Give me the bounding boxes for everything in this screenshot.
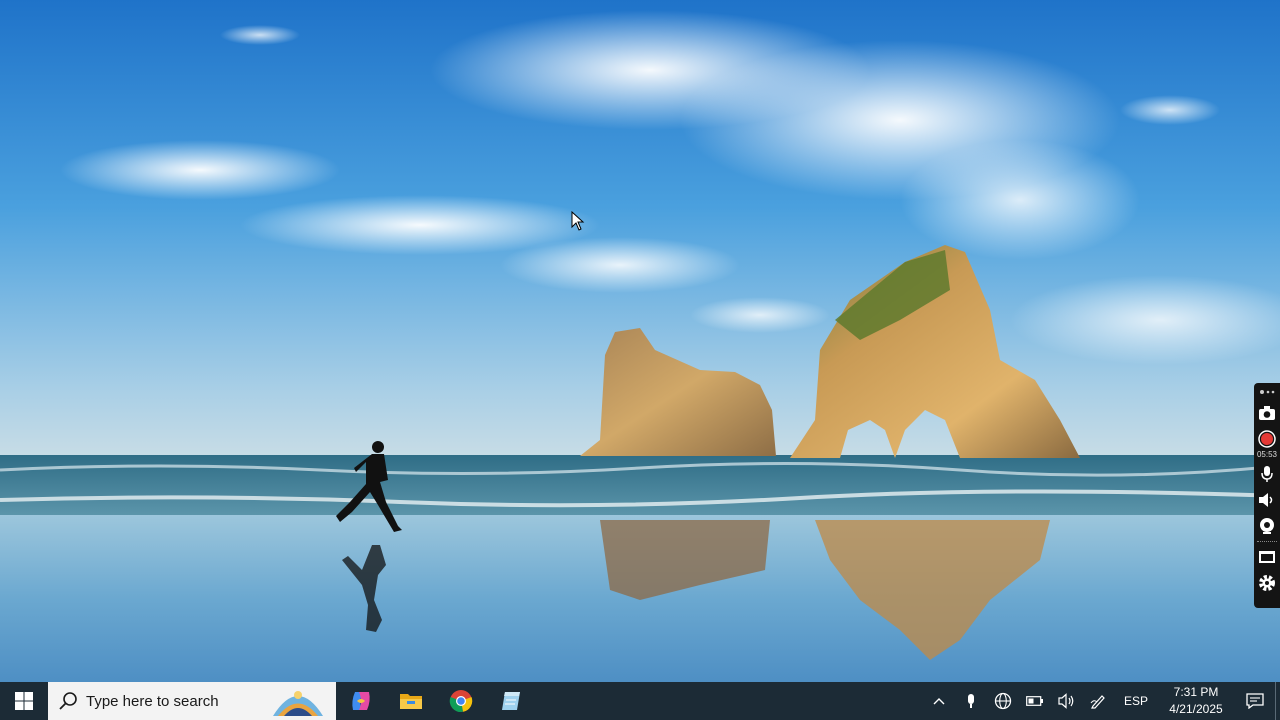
taskbar-chrome[interactable] bbox=[436, 682, 486, 720]
microphone-icon bbox=[1261, 466, 1273, 482]
taskbar-notes-app[interactable] bbox=[486, 682, 536, 720]
windows-logo-icon bbox=[15, 692, 33, 710]
record-icon bbox=[1258, 430, 1276, 448]
recorder-settings-button[interactable] bbox=[1256, 572, 1278, 594]
tray-microphone[interactable] bbox=[955, 682, 987, 720]
clock-date: 4/21/2025 bbox=[1169, 702, 1223, 716]
taskbar-file-explorer[interactable] bbox=[386, 682, 436, 720]
tray-volume[interactable] bbox=[1051, 682, 1083, 720]
taskbar: Type here to search ESP 7:31 PM 4/21/202… bbox=[0, 682, 1280, 720]
chrome-icon bbox=[449, 690, 473, 713]
more-icon bbox=[1260, 390, 1275, 394]
notification-icon bbox=[1246, 693, 1264, 709]
microphone-icon bbox=[968, 694, 974, 708]
record-button[interactable] bbox=[1256, 428, 1278, 450]
system-tray: ESP 7:31 PM 4/21/2025 bbox=[923, 682, 1280, 720]
folder-icon bbox=[400, 694, 422, 709]
webcam-icon bbox=[1260, 518, 1274, 534]
battery-icon bbox=[1026, 696, 1043, 706]
recording-timer: 05:53 bbox=[1256, 450, 1278, 459]
webcam-button[interactable] bbox=[1256, 515, 1278, 537]
copilot-icon bbox=[352, 692, 370, 710]
notification-center-button[interactable] bbox=[1235, 682, 1275, 720]
taskbar-search-box[interactable]: Type here to search bbox=[48, 682, 336, 720]
tray-network[interactable] bbox=[987, 682, 1019, 720]
tray-battery[interactable] bbox=[1019, 682, 1051, 720]
pen-icon bbox=[1090, 695, 1105, 709]
gear-icon bbox=[1259, 575, 1275, 591]
screen-recorder-toolbar: 05:53 bbox=[1254, 383, 1280, 608]
system-audio-button[interactable] bbox=[1256, 489, 1278, 511]
taskbar-copilot[interactable] bbox=[336, 682, 386, 720]
microphone-button[interactable] bbox=[1256, 463, 1278, 485]
search-icon bbox=[59, 692, 77, 710]
show-hidden-icons-button[interactable] bbox=[923, 682, 955, 720]
clock-time: 7:31 PM bbox=[1173, 685, 1219, 699]
input-language-indicator[interactable]: ESP bbox=[1115, 694, 1157, 708]
start-button[interactable] bbox=[0, 682, 48, 720]
capture-area-button[interactable] bbox=[1256, 546, 1278, 568]
notes-icon bbox=[502, 692, 520, 710]
speaker-icon bbox=[1259, 493, 1273, 507]
window-icon bbox=[1259, 551, 1275, 563]
show-desktop-button[interactable] bbox=[1275, 682, 1280, 720]
recorder-separator bbox=[1257, 541, 1277, 542]
chevron-up-icon bbox=[933, 698, 945, 705]
mouse-cursor bbox=[571, 211, 585, 231]
speaker-icon bbox=[1058, 693, 1074, 709]
desktop-wallpaper bbox=[0, 0, 1280, 682]
camera-icon bbox=[1259, 406, 1275, 420]
tray-pen[interactable] bbox=[1083, 682, 1115, 720]
globe-icon bbox=[994, 692, 1012, 710]
search-highlight-icon bbox=[273, 691, 323, 716]
search-placeholder: Type here to search bbox=[86, 692, 219, 710]
recorder-menu-button[interactable] bbox=[1256, 386, 1278, 398]
taskbar-clock[interactable]: 7:31 PM 4/21/2025 bbox=[1157, 684, 1235, 718]
screenshot-button[interactable] bbox=[1256, 402, 1278, 424]
